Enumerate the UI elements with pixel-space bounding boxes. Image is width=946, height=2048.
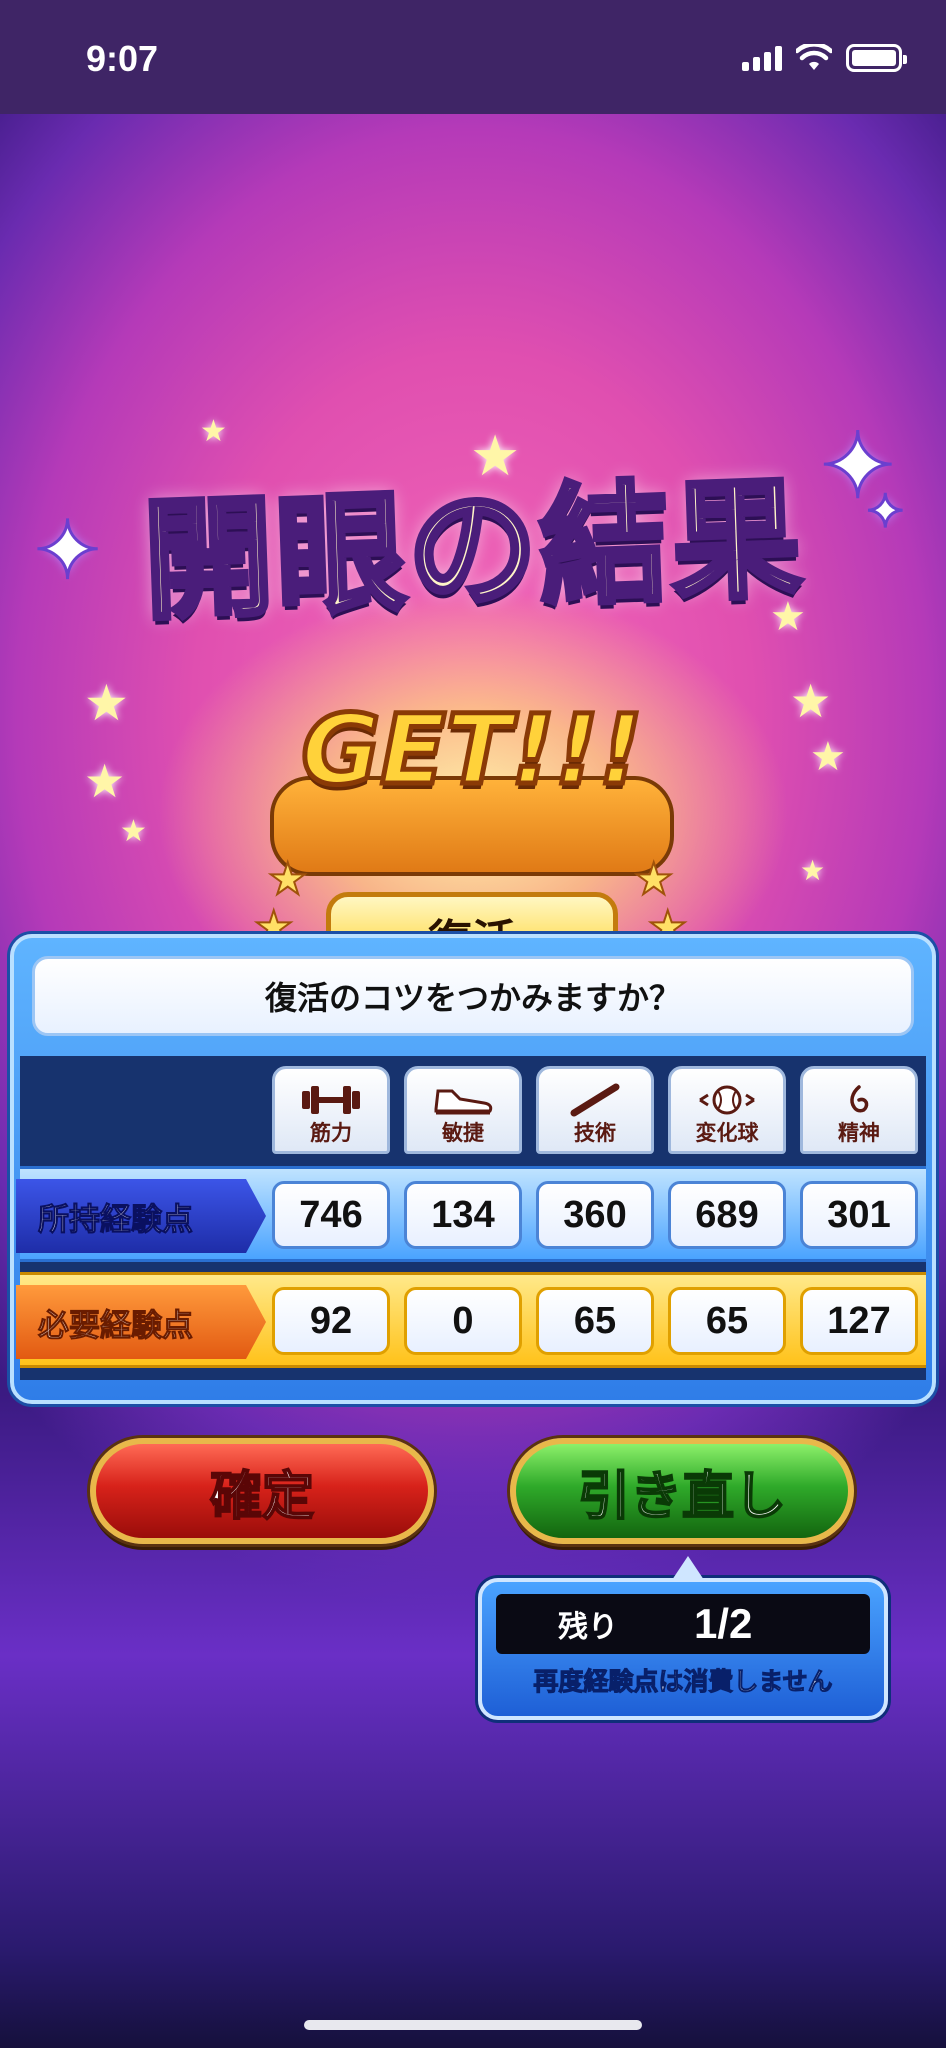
star-decoration-icon: ★ (84, 754, 126, 808)
remaining-count: 1/2 (694, 1600, 753, 1647)
category-strength: 筋力 (272, 1066, 390, 1154)
cellular-signal-icon (742, 45, 782, 71)
owned-exp-value: 360 (536, 1181, 654, 1249)
category-technique: 技術 (536, 1066, 654, 1154)
star-decoration-icon: ★ (810, 734, 846, 780)
star-decoration-icon: ★ (800, 854, 826, 887)
result-title-text: 開眼の結果 (138, 459, 808, 640)
required-exp-value: 65 (668, 1287, 786, 1355)
bat-icon (570, 1083, 620, 1117)
spirit-icon (850, 1085, 869, 1113)
star-decoration-icon: ★ (120, 814, 147, 849)
owned-exp-value: 746 (272, 1181, 390, 1249)
status-bar: 9:07 (0, 0, 946, 114)
remaining-note: 再度経験点は消費しません (533, 1667, 833, 1697)
category-breaking-ball: 変化球 (668, 1066, 786, 1154)
required-exp-label: 必要経験点 (16, 1285, 266, 1359)
required-exp-value: 127 (800, 1287, 918, 1355)
category-label: 技術 (574, 1121, 616, 1145)
category-label: 筋力 (310, 1121, 352, 1145)
status-time: 9:07 (86, 38, 159, 79)
remaining-label: 残り (558, 1610, 618, 1645)
required-exp-value: 0 (404, 1287, 522, 1355)
owned-exp-value: 689 (668, 1181, 786, 1249)
star-decoration-icon: ★ (790, 674, 832, 728)
redraw-button[interactable]: 引き直し (510, 1438, 854, 1544)
category-label: 敏捷 (442, 1121, 484, 1145)
experience-panel: 復活のコツをつかみますか？ 筋力 敏捷 技術 変化球 精神 所持経験点 746 … (10, 934, 936, 1404)
required-exp-value: 92 (272, 1287, 390, 1355)
ball-icon (699, 1085, 755, 1115)
remaining-counter: 残り 1/2 (496, 1594, 870, 1654)
status-icons (742, 44, 907, 72)
question-text: 復活のコツをつかみますか？ (32, 956, 914, 1036)
category-agility: 敏捷 (404, 1066, 522, 1154)
experience-table: 筋力 敏捷 技術 変化球 精神 所持経験点 746 134 360 689 30… (16, 1056, 926, 1380)
owned-exp-value: 301 (800, 1181, 918, 1249)
home-indicator[interactable] (304, 2020, 642, 2030)
required-exp-value: 65 (536, 1287, 654, 1355)
shoe-icon (434, 1089, 493, 1115)
result-title: 開眼の結果 (60, 444, 886, 640)
wifi-icon (796, 44, 832, 70)
owned-exp-row: 所持経験点 746 134 360 689 301 (16, 1166, 926, 1262)
dumbbell-icon (302, 1086, 360, 1114)
owned-exp-label: 所持経験点 (16, 1179, 266, 1253)
badge-star-icon: ★ (633, 853, 674, 906)
category-label: 精神 (838, 1121, 880, 1145)
confirm-button[interactable]: 確定 (90, 1438, 434, 1544)
category-spirit: 精神 (800, 1066, 918, 1154)
battery-icon (846, 44, 907, 72)
star-decoration-icon: ★ (84, 674, 129, 732)
badge-star-icon: ★ (267, 853, 308, 906)
get-label: GET!!! (299, 692, 645, 809)
remaining-tooltip: 残り 1/2 再度経験点は消費しません (478, 1556, 888, 1720)
owned-exp-value: 134 (404, 1181, 522, 1249)
required-exp-row: 必要経験点 92 0 65 65 127 (16, 1272, 926, 1368)
category-label: 変化球 (695, 1121, 759, 1145)
